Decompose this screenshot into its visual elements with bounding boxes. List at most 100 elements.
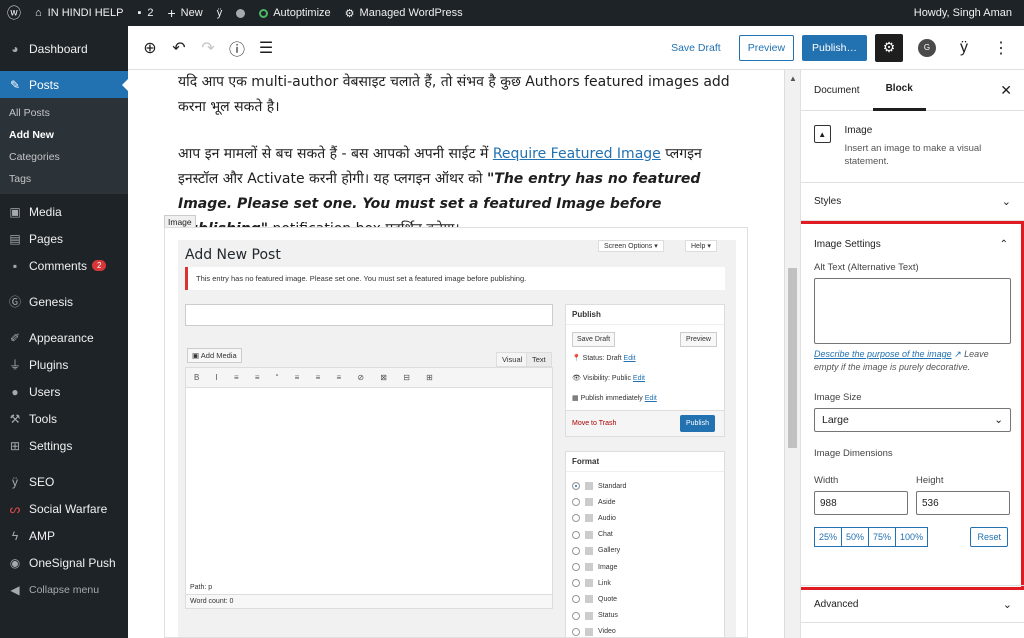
info-icon[interactable]: ⓘ: [224, 35, 250, 61]
format-option: Quote: [572, 591, 718, 607]
comments-count: 2: [147, 7, 154, 19]
edit-link: Edit: [623, 355, 636, 362]
editor-scrollbar[interactable]: ▲: [784, 70, 800, 638]
image-dimensions-label: Image Dimensions: [814, 448, 893, 459]
add-media-label: Add Media: [200, 351, 237, 360]
screenshot-preview: Preview: [680, 332, 717, 347]
comments-link[interactable]: ▪ 2: [130, 0, 160, 26]
screenshot-title-field: [185, 304, 553, 326]
advanced-panel-toggle[interactable]: Advanced ⌄: [801, 585, 1024, 623]
submenu-tags[interactable]: Tags: [0, 168, 128, 190]
sidebar-item-amp[interactable]: ϟ AMP: [0, 522, 128, 549]
image-block[interactable]: Add New Post Screen Options ▾ Help ▾ Thi…: [164, 227, 748, 638]
outline-icon[interactable]: ☰: [253, 35, 279, 61]
sidebar-item-social-warfare[interactable]: ᔕ Social Warfare: [0, 495, 128, 522]
scale-25-button[interactable]: 25%: [814, 527, 843, 547]
schedule-text: Publish immediately: [580, 395, 643, 402]
scroll-thumb[interactable]: [788, 268, 797, 448]
radio-icon: [572, 595, 580, 604]
format-icon: [585, 530, 593, 539]
image-size-select[interactable]: Large ⌄: [814, 408, 1011, 432]
close-icon[interactable]: ✕: [1000, 82, 1012, 99]
alt-text-input[interactable]: [814, 278, 1011, 344]
help-label: Help: [691, 243, 706, 250]
scale-100-button[interactable]: 100%: [896, 527, 929, 547]
describe-purpose-link[interactable]: Describe the purpose of the image: [814, 349, 952, 359]
undo-icon[interactable]: ↶: [166, 35, 192, 61]
scale-50-button[interactable]: 50%: [842, 527, 870, 547]
height-input[interactable]: 536: [916, 491, 1010, 515]
editor-toolbar: ⊕ ↶ ↷ ⓘ ☰ Save Draft Preview Publish… ⚙ …: [128, 26, 1024, 70]
dot-icon[interactable]: [229, 0, 252, 26]
sidebar-item-users[interactable]: ● Users: [0, 378, 128, 405]
genesis-icon[interactable]: G: [914, 35, 940, 61]
settings-gear-icon[interactable]: ⚙: [875, 33, 903, 62]
yoast-icon[interactable]: ÿ: [951, 35, 977, 61]
more-options-icon[interactable]: ⋮: [988, 35, 1014, 61]
publish-button[interactable]: Publish…: [802, 34, 867, 61]
submenu-categories[interactable]: Categories: [0, 146, 128, 168]
format-box-title: Format: [566, 452, 724, 472]
comments-badge: 2: [92, 260, 107, 271]
tab-document[interactable]: Document: [801, 70, 873, 111]
sidebar-item-comments[interactable]: ▪ Comments 2: [0, 252, 128, 279]
howdy-user[interactable]: Howdy, Singh Aman: [907, 0, 1024, 26]
chevron-up-icon: ⌃: [999, 238, 1008, 250]
reset-button[interactable]: Reset: [970, 527, 1008, 547]
styles-panel-toggle[interactable]: Styles ⌄: [801, 183, 1024, 221]
autoptimize-link[interactable]: Autoptimize: [252, 0, 337, 26]
site-name-link[interactable]: ⌂ IN HINDI HELP: [28, 0, 130, 26]
sidebar-item-onesignal[interactable]: ◉ OneSignal Push: [0, 549, 128, 576]
new-content-link[interactable]: + New: [160, 0, 209, 26]
save-draft-button[interactable]: Save Draft: [661, 42, 731, 54]
sidebar-item-pages[interactable]: ▤ Pages: [0, 225, 128, 252]
scroll-up-icon[interactable]: ▲: [789, 74, 797, 83]
sidebar-item-genesis[interactable]: Ⓖ Genesis: [0, 288, 128, 315]
format-option: Standard: [572, 478, 718, 494]
screenshot-add-media: ▣ Add Media: [187, 348, 242, 363]
sidebar-item-posts[interactable]: ✎ Posts: [0, 71, 128, 98]
wordpress-logo-icon[interactable]: ⓦ: [0, 0, 28, 26]
sidebar-label: Pages: [29, 231, 64, 246]
yoast-icon[interactable]: ÿ: [210, 0, 230, 26]
brush-icon: ✐: [9, 330, 21, 345]
sidebar-label: Collapse menu: [29, 583, 100, 596]
require-featured-image-link[interactable]: Require Featured Image: [493, 146, 661, 162]
submenu-all-posts[interactable]: All Posts: [0, 102, 128, 124]
sidebar-item-tools[interactable]: ⚒ Tools: [0, 405, 128, 432]
scale-75-button[interactable]: 75%: [869, 527, 897, 547]
sidebar-label: Tools: [29, 411, 58, 426]
image-settings-toggle[interactable]: Image Settings ⌃: [814, 234, 1008, 254]
sidebar-item-media[interactable]: ▣ Media: [0, 198, 128, 225]
sidebar-item-settings[interactable]: ⊞ Settings: [0, 432, 128, 459]
paragraph-text: आप इन मामलों से बच सकते हैं - बस आपको अप…: [178, 146, 493, 162]
height-label: Height: [916, 475, 944, 486]
collapse-menu-button[interactable]: ◀ Collapse menu: [0, 576, 128, 603]
sidebar-item-seo[interactable]: ÿ SEO: [0, 468, 128, 495]
image-size-value: Large: [822, 414, 849, 426]
redo-icon[interactable]: ↷: [195, 35, 221, 61]
sidebar-item-plugins[interactable]: ⏚ Plugins: [0, 351, 128, 378]
managed-wordpress-link[interactable]: ⚙ Managed WordPress: [338, 0, 470, 26]
sidebar-item-dashboard[interactable]: ◕ Dashboard: [0, 35, 128, 62]
format-label: Aside: [598, 498, 616, 506]
sidebar-label: Social Warfare: [29, 501, 108, 516]
format-option: Gallery: [572, 543, 718, 559]
format-option: Link: [572, 575, 718, 591]
format-label: Status: [598, 612, 618, 620]
screen-options-label: Screen Options: [604, 243, 653, 250]
alt-text-label: Alt Text (Alternative Text): [814, 262, 919, 273]
submenu-add-new[interactable]: Add New: [0, 124, 128, 146]
add-block-icon[interactable]: ⊕: [137, 35, 163, 61]
preview-button[interactable]: Preview: [738, 34, 795, 61]
width-input[interactable]: 988: [814, 491, 908, 515]
tab-block[interactable]: Block: [872, 70, 926, 111]
paragraph-block[interactable]: यदि आप एक multi-author वेबसाइट चलाते हैं…: [178, 70, 738, 120]
radio-icon: [572, 482, 580, 491]
sidebar-label: Comments: [29, 258, 88, 273]
sidebar-item-appearance[interactable]: ✐ Appearance: [0, 324, 128, 351]
onesignal-icon: ◉: [9, 555, 21, 570]
dimensions-row: Width 988 Height 536: [814, 475, 1010, 515]
radio-icon: [572, 514, 580, 523]
new-label: New: [180, 7, 203, 19]
